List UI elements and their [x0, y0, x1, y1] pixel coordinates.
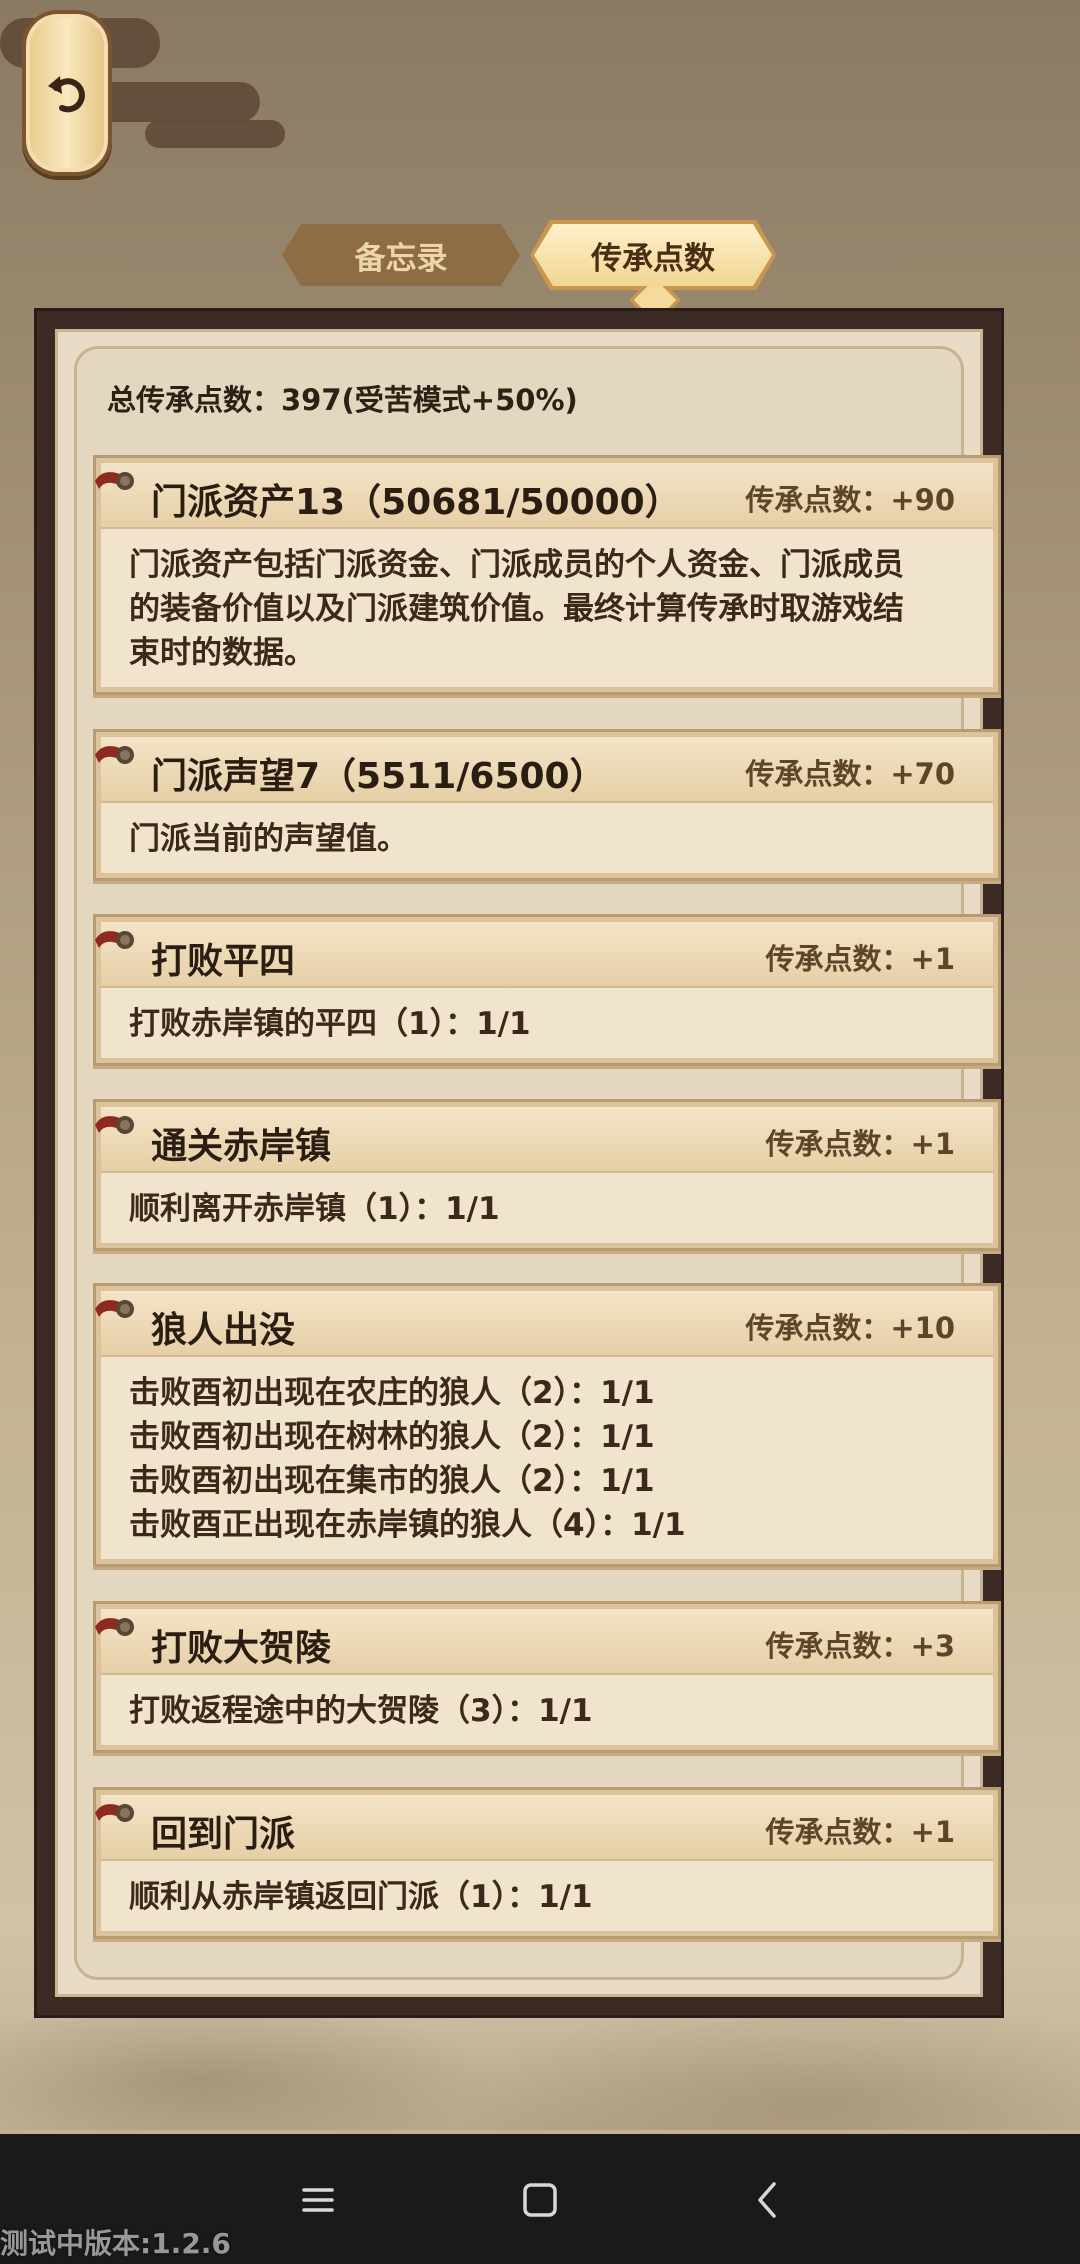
entry-title: 通关赤岸镇: [151, 1126, 332, 1167]
entry-card: 门派资产13（50681/50000） 传承点数：+90 门派资产包括门派资金、门派…: [93, 455, 1001, 695]
entry-description: 击败酉初出现在农庄的狼人（2）：1/1 击败酉初出现在树林的狼人（2）：1/1 击败…: [101, 1357, 993, 1559]
entry-title: 狼人出没: [151, 1310, 296, 1351]
entry-points: 传承点数：+90: [745, 483, 955, 517]
back-button[interactable]: [22, 10, 112, 176]
entry-header: 门派资产13（50681/50000） 传承点数：+90: [95, 463, 993, 529]
entry-description: 打败赤岸镇的平四（1）：1/1: [101, 988, 993, 1058]
entry-description: 打败返程途中的大贺陵（3）：1/1: [101, 1675, 993, 1745]
menu-icon[interactable]: [294, 2176, 342, 2224]
total-points: 总传承点数：397(受苦模式+50%): [107, 383, 578, 417]
chevron-left-icon[interactable]: [744, 2176, 792, 2224]
entry-card: 回到门派 传承点数：+1 顺利从赤岸镇返回门派（1）：1/1: [93, 1787, 1001, 1939]
entry-points: 传承点数：+10: [745, 1311, 955, 1345]
entry-header: 打败平四 传承点数：+1: [95, 922, 993, 988]
entry-description: 顺利从赤岸镇返回门派（1）：1/1: [101, 1861, 993, 1931]
entry-line: 门派资产包括门派资金、门派成员的个人资金、门派成员: [129, 547, 904, 583]
tab-bar: 备忘录 传承点数: [282, 220, 782, 326]
entry-line: 束时的数据。: [129, 635, 315, 671]
version-label: 测试中版本:1.2.6: [0, 2227, 231, 2260]
entry-points: 传承点数：+1: [765, 1127, 955, 1161]
ribbon-icon: [95, 1618, 134, 1636]
entry-card: 通关赤岸镇 传承点数：+1 顺利离开赤岸镇（1）：1/1: [93, 1099, 1001, 1251]
entry-points: 传承点数：+3: [765, 1629, 955, 1663]
ribbon-icon: [95, 472, 134, 490]
entry-title: 打败大贺陵: [151, 1628, 332, 1669]
entry-card: 打败大贺陵 传承点数：+3 打败返程途中的大贺陵（3）：1/1: [93, 1601, 1001, 1753]
entry-line: 顺利从赤岸镇返回门派（1）：1/1: [129, 1879, 593, 1915]
entry-line: 击败酉初出现在集市的狼人（2）：1/1: [129, 1463, 655, 1499]
home-square-icon[interactable]: [516, 2176, 564, 2224]
ribbon-icon: [95, 1804, 134, 1822]
entry-points: 传承点数：+1: [765, 942, 955, 976]
ribbon-icon: [95, 746, 134, 764]
entry-card: 门派声望7（5511/6500） 传承点数：+70 门派当前的声望值。: [93, 729, 1001, 881]
entry-card: 打败平四 传承点数：+1 打败赤岸镇的平四（1）：1/1: [93, 914, 1001, 1066]
entry-description: 门派当前的声望值。: [101, 803, 993, 873]
entry-line: 击败酉正出现在赤岸镇的狼人（4）：1/1: [129, 1507, 686, 1543]
entry-description: 门派资产包括门派资金、门派成员的个人资金、门派成员 的装备价值以及门派建筑价值。最…: [101, 529, 993, 687]
decor-cloud: [145, 120, 285, 148]
entry-points: 传承点数：+70: [745, 757, 955, 791]
entry-header: 通关赤岸镇 传承点数：+1: [95, 1107, 993, 1173]
entry-line: 的装备价值以及门派建筑价值。最终计算传承时取游戏结: [129, 591, 904, 627]
entry-title: 回到门派: [151, 1814, 296, 1855]
entry-line: 打败返程途中的大贺陵（3）：1/1: [129, 1693, 593, 1729]
main-frame: 总传承点数：397(受苦模式+50%) 门派资产13（50681/50000） 传…: [34, 308, 1004, 2018]
tab-inheritance-points[interactable]: 传承点数: [534, 224, 772, 286]
ribbon-icon: [95, 1116, 134, 1134]
entry-header: 门派声望7（5511/6500） 传承点数：+70: [95, 737, 993, 803]
ribbon-icon: [95, 931, 134, 949]
entry-header: 打败大贺陵 传承点数：+3: [95, 1609, 993, 1675]
points-panel[interactable]: 总传承点数：397(受苦模式+50%) 门派资产13（50681/50000） 传…: [74, 346, 1001, 1980]
entry-line: 击败酉初出现在农庄的狼人（2）：1/1: [129, 1375, 655, 1411]
entry-line: 打败赤岸镇的平四（1）：1/1: [129, 1006, 531, 1042]
back-arrow-icon: [48, 76, 85, 113]
entry-line: 门派当前的声望值。: [129, 821, 408, 857]
ribbon-icon: [95, 1300, 134, 1318]
entry-description: 顺利离开赤岸镇（1）：1/1: [101, 1173, 993, 1243]
tab-memo[interactable]: 备忘录: [282, 224, 520, 286]
entry-card: 狼人出没 传承点数：+10 击败酉初出现在农庄的狼人（2）：1/1 击败酉初出现在树林…: [93, 1283, 1001, 1567]
entry-points: 传承点数：+1: [765, 1815, 955, 1849]
frame-inner: 总传承点数：397(受苦模式+50%) 门派资产13（50681/50000） 传…: [55, 329, 1001, 1997]
entry-line: 击败酉初出现在树林的狼人（2）：1/1: [129, 1419, 655, 1455]
entry-title: 门派资产13（50681/50000）: [151, 482, 681, 523]
entry-line: 顺利离开赤岸镇（1）：1/1: [129, 1191, 500, 1227]
entry-title: 门派声望7（5511/6500）: [151, 756, 606, 797]
entry-header: 回到门派 传承点数：+1: [95, 1795, 993, 1861]
entry-header: 狼人出没 传承点数：+10: [95, 1291, 993, 1357]
entry-title: 打败平四: [151, 941, 296, 982]
